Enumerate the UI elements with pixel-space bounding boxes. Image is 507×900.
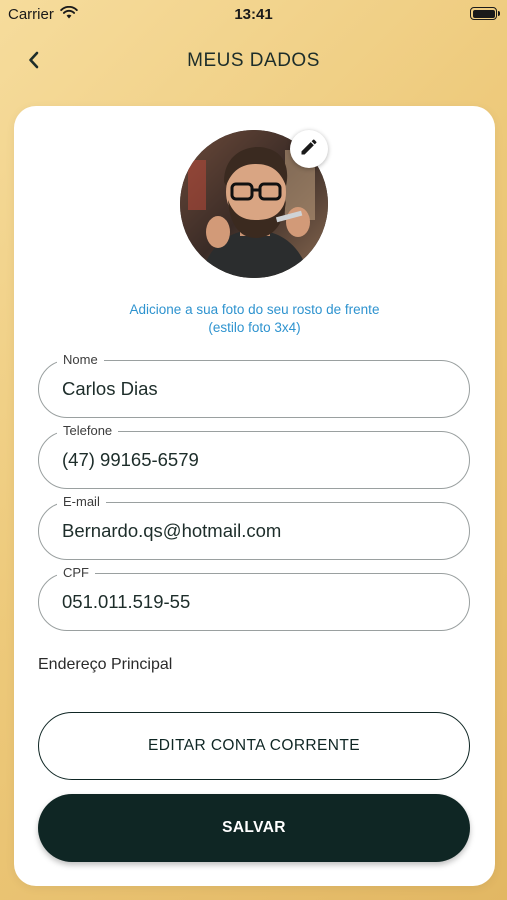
save-button[interactable]: SALVAR bbox=[38, 794, 470, 862]
pencil-icon bbox=[299, 137, 319, 162]
edit-account-button[interactable]: EDITAR CONTA CORRENTE bbox=[38, 712, 470, 780]
main-address-label[interactable]: Endereço Principal bbox=[38, 656, 172, 674]
name-input[interactable] bbox=[62, 361, 452, 417]
cpf-field: CPF bbox=[38, 565, 470, 631]
avatar-container bbox=[180, 130, 330, 280]
name-field: Nome bbox=[38, 352, 470, 418]
photo-hint: Adicione a sua foto do seu rosto de fren… bbox=[14, 301, 495, 337]
status-time: 13:41 bbox=[234, 6, 273, 23]
photo-hint-line1: Adicione a sua foto do seu rosto de fren… bbox=[129, 302, 380, 317]
battery-icon bbox=[470, 7, 500, 20]
cpf-input[interactable] bbox=[62, 574, 452, 630]
photo-hint-line2: (estilo foto 3x4) bbox=[208, 320, 301, 335]
phone-field: Telefone bbox=[38, 423, 470, 489]
status-bar: Carrier 13:41 bbox=[0, 0, 507, 30]
edit-photo-button[interactable] bbox=[290, 130, 328, 168]
profile-card: Adicione a sua foto do seu rosto de fren… bbox=[14, 106, 495, 886]
page-title: MEUS DADOS bbox=[187, 50, 320, 71]
email-field: E-mail bbox=[38, 494, 470, 560]
nav-bar: MEUS DADOS bbox=[0, 40, 507, 80]
phone-input[interactable] bbox=[62, 432, 452, 488]
email-input[interactable] bbox=[62, 503, 452, 559]
